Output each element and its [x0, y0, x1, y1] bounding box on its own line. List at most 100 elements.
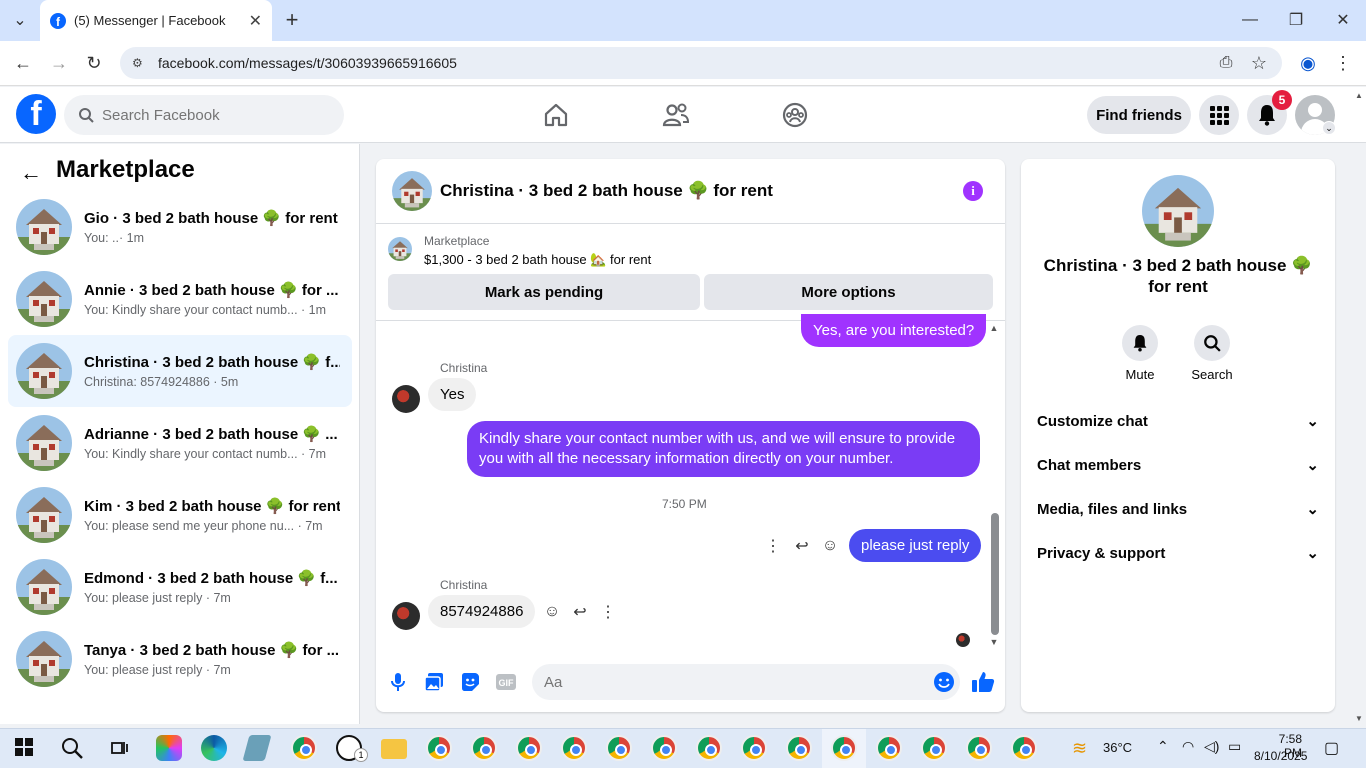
find-friends-button[interactable]: Find friends — [1087, 96, 1191, 134]
conversation-item[interactable]: Tanya · 3 bed 2 bath house 🌳 for ... You:… — [8, 623, 352, 695]
close-window-icon[interactable]: ✕ — [1333, 8, 1353, 32]
minimize-icon[interactable]: — — [1240, 8, 1260, 32]
copilot-icon[interactable] — [156, 735, 182, 761]
photo-icon[interactable] — [422, 670, 446, 694]
edge-icon[interactable] — [201, 735, 227, 761]
battery-icon[interactable]: ▭ — [1228, 738, 1241, 755]
conversation-thumbnail[interactable] — [1142, 175, 1214, 247]
message-input[interactable] — [544, 673, 924, 691]
reply-icon[interactable]: ↩ — [792, 536, 812, 556]
customize-chat-row[interactable]: Customize chat ⌄ — [1037, 412, 1319, 431]
listing-title[interactable]: $1,300 - 3 bed 2 bath house 🏡 for rent — [424, 252, 651, 268]
message-outgoing[interactable]: please just reply — [849, 529, 982, 562]
conversation-item[interactable]: Adrianne · 3 bed 2 bath house 🌳 ... You: … — [8, 407, 352, 479]
temperature[interactable]: 36°C — [1103, 740, 1132, 755]
chrome-icon[interactable] — [606, 735, 632, 761]
taskbar-search-icon[interactable] — [60, 736, 84, 760]
info-icon[interactable]: i — [963, 181, 983, 201]
weather-icon[interactable]: ≋ — [1072, 738, 1094, 758]
message-outgoing[interactable]: Yes, are you interested? — [801, 314, 987, 347]
contact-avatar[interactable] — [392, 602, 420, 630]
contact-avatar[interactable] — [392, 385, 420, 413]
scroll-down-icon[interactable]: ▼ — [989, 637, 999, 647]
chrome-icon[interactable] — [516, 735, 542, 761]
site-info-icon[interactable]: ⚙ — [132, 56, 148, 70]
message-incoming[interactable]: 8574924886 — [428, 595, 536, 628]
conversation-item[interactable]: Annie · 3 bed 2 bath house 🌳 for ... You:… — [8, 263, 352, 335]
chrome-icon[interactable] — [876, 735, 902, 761]
conversation-item[interactable]: Kim · 3 bed 2 bath house 🌳 for rent You: … — [8, 479, 352, 551]
search-input[interactable] — [102, 106, 322, 124]
listing-thumbnail[interactable] — [388, 237, 412, 261]
address-bar[interactable]: ⚙ facebook.com/messages/t/30603939665916… — [120, 47, 1282, 79]
chrome-icon[interactable] — [921, 735, 947, 761]
windows-start-icon[interactable] — [15, 738, 33, 756]
back-icon[interactable]: ← — [12, 52, 34, 74]
browser-tab[interactable]: f (5) Messenger | Facebook ✕ — [40, 0, 272, 41]
menu-grid-icon[interactable] — [1199, 95, 1239, 135]
chrome-icon[interactable] — [786, 735, 812, 761]
chrome-icon[interactable] — [966, 735, 992, 761]
message-more-icon[interactable]: ⋮ — [765, 536, 781, 556]
more-options-button[interactable]: More options — [704, 274, 993, 310]
close-tab-icon[interactable]: ✕ — [249, 11, 262, 31]
conversation-item[interactable]: Edmond · 3 bed 2 bath house 🌳 f... You: p… — [8, 551, 352, 623]
page-scroll-down-icon[interactable]: ▼ — [1354, 713, 1364, 723]
gif-icon[interactable]: GIF — [494, 670, 518, 694]
chat-header-thumbnail[interactable] — [392, 171, 432, 211]
chrome-icon[interactable] — [426, 735, 452, 761]
media-files-links-row[interactable]: Media, files and links ⌄ — [1037, 500, 1319, 519]
home-icon[interactable] — [536, 95, 576, 135]
chrome-icon[interactable] — [561, 735, 587, 761]
chrome-icon[interactable] — [741, 735, 767, 761]
chat-title[interactable]: Christina · 3 bed 2 bath house 🌳 for ren… — [440, 181, 773, 201]
message-incoming[interactable]: Yes — [428, 378, 477, 411]
conversation-item[interactable]: Christina · 3 bed 2 bath house 🌳 f... Chr… — [8, 335, 352, 407]
chrome-icon[interactable] — [831, 735, 857, 761]
forward-icon[interactable]: → — [48, 52, 70, 74]
chat-members-row[interactable]: Chat members ⌄ — [1037, 456, 1319, 475]
message-outgoing[interactable]: Kindly share your contact number with us… — [467, 421, 980, 477]
task-view-icon[interactable] — [110, 738, 130, 758]
reload-icon[interactable]: ↻ — [83, 52, 105, 74]
thumbs-up-icon[interactable] — [971, 670, 995, 694]
react-emoji-icon[interactable]: ☺ — [542, 602, 562, 622]
microphone-icon[interactable] — [386, 670, 410, 694]
facebook-search-box[interactable] — [64, 95, 344, 135]
facebook-logo-icon[interactable]: f — [16, 94, 56, 134]
tab-search-icon[interactable]: ⌄ — [8, 10, 32, 30]
volume-icon[interactable]: ◁) — [1204, 738, 1219, 755]
friends-icon[interactable] — [656, 95, 696, 135]
new-tab-icon[interactable]: + — [282, 7, 302, 32]
groups-icon[interactable] — [775, 95, 815, 135]
chat-scrollbar[interactable] — [991, 513, 999, 635]
react-emoji-icon[interactable]: ☺ — [820, 536, 840, 556]
account-chevron-icon[interactable]: ⌄ — [1322, 121, 1336, 135]
chrome-icon[interactable] — [471, 735, 497, 761]
restore-icon[interactable]: ❐ — [1286, 8, 1306, 32]
search-conversation-button[interactable]: Search — [1176, 325, 1248, 382]
tray-chevron-icon[interactable]: ⌃ — [1157, 738, 1169, 755]
wifi-icon[interactable]: ◠ — [1182, 738, 1194, 755]
install-app-icon[interactable]: ⎙ — [1215, 53, 1237, 73]
page-scroll-up-icon[interactable]: ▲ — [1354, 90, 1364, 100]
chrome-icon[interactable] — [696, 735, 722, 761]
clock-date[interactable]: 8/10/2025 — [1254, 749, 1307, 763]
privacy-support-row[interactable]: Privacy & support ⌄ — [1037, 544, 1319, 563]
chrome-menu-icon[interactable]: ⋮ — [1333, 53, 1353, 73]
mute-button[interactable]: Mute — [1104, 325, 1176, 382]
scroll-up-icon[interactable]: ▲ — [989, 323, 999, 333]
reply-icon[interactable]: ↩ — [570, 602, 590, 622]
conversation-item[interactable]: Gio · 3 bed 2 bath house 🌳 for rent You: … — [8, 191, 352, 263]
message-more-icon[interactable]: ⋮ — [600, 602, 616, 622]
mark-as-pending-button[interactable]: Mark as pending — [388, 274, 700, 310]
back-arrow-icon[interactable]: ← — [20, 160, 42, 186]
chrome-icon[interactable] — [651, 735, 677, 761]
chrome-icon[interactable] — [291, 735, 317, 761]
chrome-icon[interactable] — [1011, 735, 1037, 761]
bookmark-star-icon[interactable]: ☆ — [1248, 53, 1270, 73]
emoji-icon[interactable] — [932, 670, 956, 694]
notification-center-icon[interactable]: ▢ — [1324, 738, 1339, 758]
sticker-icon[interactable] — [458, 670, 482, 694]
file-explorer-icon[interactable] — [381, 739, 407, 759]
